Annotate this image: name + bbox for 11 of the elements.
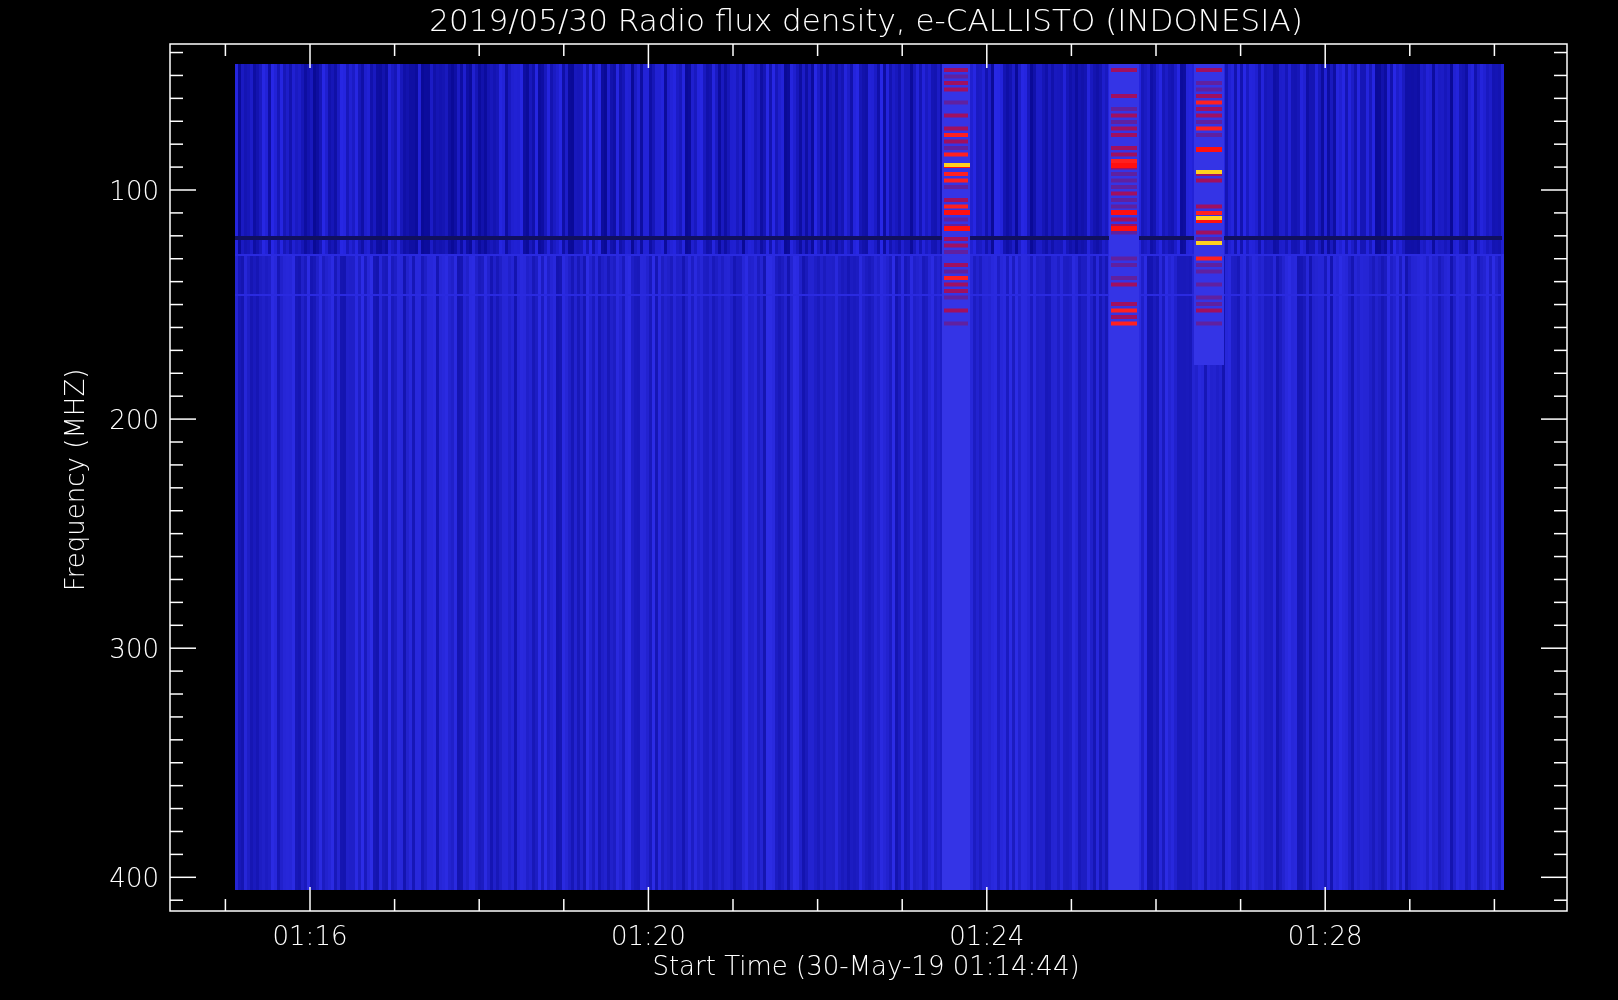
y-axis-title: Frequency (MHZ) bbox=[60, 368, 90, 592]
x-tick-label: 01:16 bbox=[272, 921, 348, 951]
x-tick-label: 01:20 bbox=[610, 921, 686, 951]
y-tick-label: 300 bbox=[109, 634, 159, 665]
chart-title: 2019/05/30 Radio flux density, e-CALLISTO (INDONESIA) bbox=[429, 2, 1303, 38]
x-tick-label: 01:28 bbox=[1287, 921, 1363, 951]
y-tick-label: 400 bbox=[109, 863, 159, 894]
x-tick-label: 01:24 bbox=[949, 921, 1025, 951]
y-tick-label: 200 bbox=[109, 405, 159, 436]
x-axis-title: Start Time (30-May-19 01:14:44) bbox=[652, 951, 1080, 981]
y-tick-label: 100 bbox=[109, 176, 159, 206]
